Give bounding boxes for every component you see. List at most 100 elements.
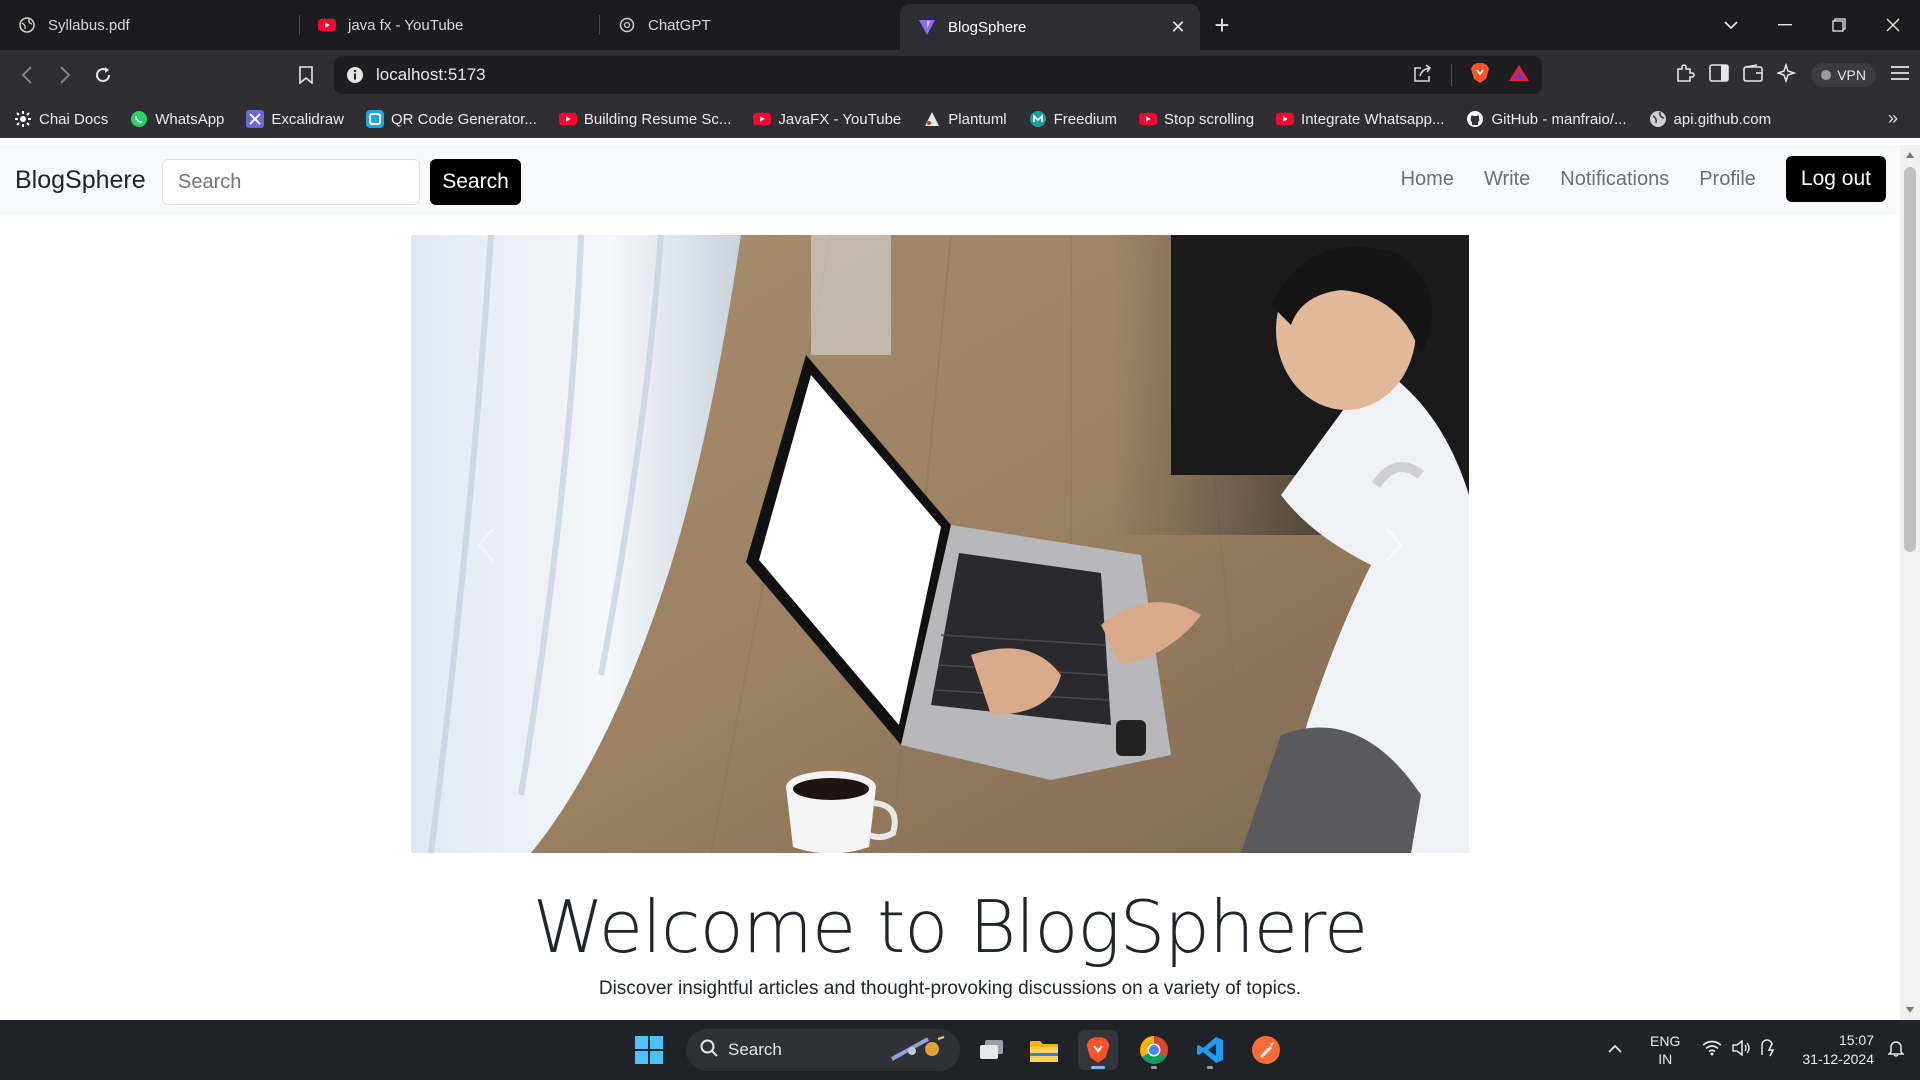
share-icon[interactable] <box>1413 63 1433 87</box>
reload-button[interactable] <box>84 56 122 94</box>
youtube-icon <box>558 110 577 128</box>
carousel-prev-icon[interactable] <box>471 525 501 565</box>
brave-icon[interactable] <box>1078 1030 1118 1070</box>
region-code: IN <box>1658 1051 1673 1067</box>
freedium-icon <box>1029 110 1047 128</box>
tab-title: BlogSphere <box>948 18 1027 36</box>
minimize-button[interactable] <box>1758 0 1812 50</box>
scroll-down-icon[interactable] <box>1906 1007 1914 1013</box>
youtube-icon <box>1276 110 1295 128</box>
postman-icon[interactable] <box>1246 1030 1286 1070</box>
extensions-icon[interactable] <box>1675 63 1695 88</box>
volume-icon[interactable] <box>1732 1038 1751 1061</box>
battery-charging-icon[interactable] <box>1760 1038 1780 1062</box>
windows-taskbar: Search ENG IN 15:07 31-12-2024 <box>0 1020 1920 1080</box>
bookmark-label: QR Code Generator... <box>390 110 537 128</box>
search-input[interactable] <box>162 159 420 205</box>
restore-button[interactable] <box>1812 0 1866 50</box>
nav-notifications[interactable]: Notifications <box>1560 168 1669 191</box>
wifi-icon[interactable] <box>1702 1040 1722 1061</box>
github-icon <box>1466 110 1484 128</box>
wallet-icon[interactable] <box>1743 63 1764 87</box>
bookmark-building-resume[interactable]: Building Resume Sc... <box>558 110 732 128</box>
youtube-icon <box>1139 110 1157 128</box>
taskbar-search-label: Search <box>728 1040 782 1059</box>
carousel-next-icon[interactable] <box>1379 525 1409 565</box>
nav-profile[interactable]: Profile <box>1699 168 1756 191</box>
site-brand[interactable]: BlogSphere <box>15 166 146 195</box>
bookmark-whatsapp[interactable]: WhatsApp <box>130 110 224 128</box>
menu-icon[interactable] <box>1890 65 1910 86</box>
task-view-icon[interactable] <box>972 1030 1012 1070</box>
nav-write[interactable]: Write <box>1484 168 1530 191</box>
bookmark-freedium[interactable]: Freedium <box>1029 110 1117 128</box>
bookmark-integrate-whatsapp[interactable]: Integrate Whatsapp... <box>1276 110 1444 128</box>
leo-ai-icon[interactable] <box>1775 62 1797 88</box>
clock-date: 31-12-2024 <box>1802 1051 1874 1067</box>
gear-icon <box>14 110 32 128</box>
tab-blogsphere[interactable]: BlogSphere ✕ <box>900 4 1200 50</box>
whatsapp-icon <box>130 110 148 128</box>
tab-search-chevron-icon[interactable] <box>1704 0 1758 50</box>
scroll-thumb[interactable] <box>1904 167 1916 552</box>
hero-carousel <box>411 235 1469 853</box>
tab-title: ChatGPT <box>648 16 711 34</box>
vscode-icon[interactable] <box>1190 1030 1230 1070</box>
tab-chatgpt[interactable]: ChatGPT <box>600 0 900 50</box>
tab-javafx-youtube[interactable]: java fx - YouTube <box>300 0 600 50</box>
excalidraw-icon <box>246 110 265 128</box>
globe-icon <box>1649 110 1667 128</box>
system-tray: ENG IN 15:07 31-12-2024 <box>1608 1020 1920 1080</box>
file-explorer-icon[interactable] <box>1024 1030 1064 1070</box>
notifications-bell-icon[interactable] <box>1887 1039 1905 1062</box>
language-indicator[interactable]: ENG IN <box>1650 1032 1680 1068</box>
search-button[interactable]: Search <box>430 159 521 205</box>
clock[interactable]: 15:07 31-12-2024 <box>1802 1031 1874 1069</box>
lang-code: ENG <box>1650 1033 1681 1049</box>
nav-home[interactable]: Home <box>1401 168 1454 191</box>
tab-strip: Syllabus.pdf java fx - YouTube ChatGPT B… <box>0 0 1920 50</box>
hero-title: Welcome to BlogSphere <box>532 885 1368 969</box>
bookmark-label: Excalidraw <box>271 110 344 128</box>
bookmark-qr-code[interactable]: QR Code Generator... <box>365 110 537 128</box>
address-bar[interactable]: localhost:5173 <box>334 56 1542 94</box>
bookmark-label: Building Resume Sc... <box>583 110 732 128</box>
bookmark-api-github[interactable]: api.github.com <box>1649 110 1771 128</box>
brave-rewards-icon[interactable] <box>1508 64 1530 87</box>
bookmark-stop-scrolling[interactable]: Stop scrolling <box>1139 110 1254 128</box>
taskbar-search[interactable]: Search <box>686 1029 960 1071</box>
bookmark-github[interactable]: GitHub - manfraio/... <box>1466 110 1627 128</box>
close-tab-icon[interactable]: ✕ <box>1168 17 1188 37</box>
bookmark-label: Integrate Whatsapp... <box>1301 110 1445 128</box>
page-scrollbar[interactable] <box>1900 145 1920 1020</box>
back-button[interactable] <box>8 56 46 94</box>
brave-shields-icon[interactable] <box>1470 62 1490 89</box>
bookmark-label: Stop scrolling <box>1164 110 1255 128</box>
tab-syllabus[interactable]: Syllabus.pdf <box>0 0 300 50</box>
bookmark-plantuml[interactable]: Plantuml <box>923 110 1007 128</box>
logout-button[interactable]: Log out <box>1785 156 1886 202</box>
bookmark-excalidraw[interactable]: Excalidraw <box>246 110 344 128</box>
youtube-icon <box>318 16 336 34</box>
tray-chevron-icon[interactable] <box>1608 1041 1622 1059</box>
vpn-button[interactable]: VPN <box>1811 63 1876 87</box>
sidebar-icon[interactable] <box>1709 63 1730 87</box>
new-tab-button[interactable]: + <box>1200 0 1244 50</box>
chrome-icon[interactable] <box>1134 1030 1174 1070</box>
running-indicator <box>1151 1066 1157 1069</box>
more-bookmarks-icon[interactable]: » <box>1888 108 1898 129</box>
close-window-button[interactable] <box>1866 0 1920 50</box>
running-indicator <box>1207 1066 1213 1069</box>
bookmark-label: Chai Docs <box>39 110 109 128</box>
bookmark-icon[interactable] <box>287 56 325 94</box>
youtube-icon <box>753 110 772 128</box>
qr-icon <box>365 110 384 128</box>
bookmark-javafx-youtube[interactable]: JavaFX - YouTube <box>753 110 901 128</box>
bookmarks-bar: Chai Docs WhatsApp Excalidraw QR Code Ge… <box>0 100 1920 138</box>
omnibox-actions <box>1413 56 1530 94</box>
site-info-icon[interactable] <box>346 66 364 84</box>
windows-start-icon[interactable] <box>635 1036 663 1064</box>
bookmark-chai-docs[interactable]: Chai Docs <box>14 110 108 128</box>
forward-button[interactable] <box>46 56 84 94</box>
scroll-up-icon[interactable] <box>1906 152 1914 158</box>
